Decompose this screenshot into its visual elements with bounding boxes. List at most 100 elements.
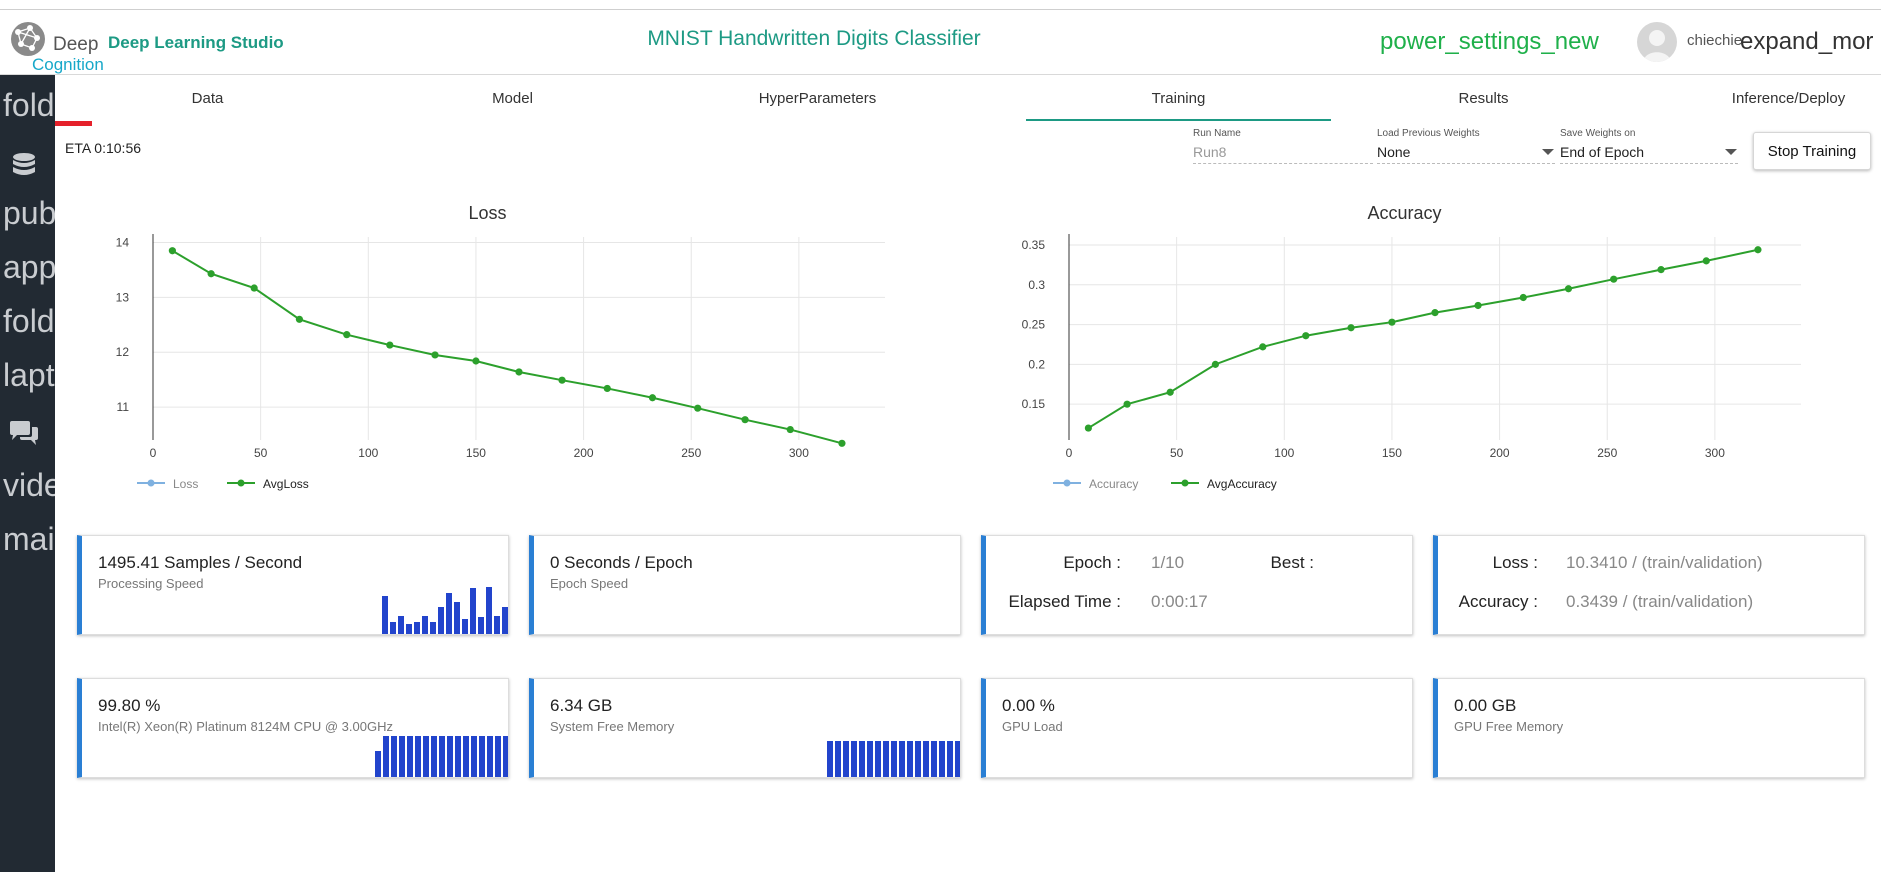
- accuracy-series-line: [1087, 248, 1759, 429]
- loss-data-point[interactable]: [250, 284, 258, 292]
- loss-data-point[interactable]: [515, 368, 523, 376]
- mini-chart-bar: [406, 624, 412, 634]
- accuracy-x-tick-label: 50: [1170, 446, 1184, 460]
- loss-data-point[interactable]: [838, 439, 846, 447]
- loss-data-point[interactable]: [694, 404, 702, 412]
- loss-data-point[interactable]: [786, 425, 794, 434]
- active-tab-indicator: [1026, 119, 1331, 121]
- tab-inference-deploy[interactable]: Inference/Deploy: [1636, 75, 1881, 123]
- loss-legend-label[interactable]: Loss: [173, 477, 198, 491]
- accuracy-data-point[interactable]: [1388, 318, 1396, 326]
- accuracy-data-point[interactable]: [1211, 360, 1219, 368]
- database-icon[interactable]: [12, 149, 36, 186]
- accuracy-data-point[interactable]: [1564, 285, 1573, 293]
- accuracy-x-tick-label: 300: [1705, 446, 1725, 460]
- loss-data-point[interactable]: [295, 315, 303, 323]
- accuracy-data-point[interactable]: [1431, 309, 1439, 317]
- load-weights-dropdown-icon[interactable]: [1542, 149, 1554, 155]
- tab-hyperparameters[interactable]: HyperParameters: [665, 75, 970, 123]
- username[interactable]: chiechie: [1687, 32, 1742, 49]
- accuracy-x-tick-label: 100: [1274, 446, 1294, 460]
- tab-model[interactable]: Model: [360, 75, 665, 123]
- sidebar-item-folder[interactable]: fold: [3, 87, 55, 124]
- loss-legend-marker: [237, 479, 245, 487]
- deep-cognition-logo[interactable]: Deep Cognition: [6, 18, 106, 74]
- loss-data-point[interactable]: [168, 247, 176, 255]
- accuracy-x-tick-label: 200: [1490, 446, 1510, 460]
- load-weights-select[interactable]: None: [1377, 144, 1410, 160]
- chat-icon[interactable]: [8, 417, 40, 454]
- sidebar-item-public[interactable]: pub: [3, 195, 55, 232]
- accuracy-data-point[interactable]: [1657, 266, 1665, 274]
- loss-y-tick-label: 11: [117, 400, 130, 414]
- memory-card: 6.34 GB System Free Memory: [529, 678, 961, 778]
- mini-chart-bar: [375, 751, 381, 777]
- stop-training-button[interactable]: Stop Training: [1753, 132, 1871, 170]
- accuracy-y-tick-label: 0.35: [1022, 238, 1046, 252]
- epoch-label: Epoch :: [1063, 553, 1121, 572]
- loss-data-point[interactable]: [472, 357, 480, 365]
- loss-data-point[interactable]: [603, 384, 611, 393]
- loss-legend-label[interactable]: AvgLoss: [263, 477, 309, 491]
- mini-chart-bar: [843, 741, 849, 777]
- accuracy-data-point[interactable]: [1302, 332, 1310, 340]
- mini-chart-bar: [503, 736, 508, 777]
- tab-data[interactable]: Data: [55, 75, 360, 123]
- power-icon[interactable]: power_settings_new: [1380, 28, 1599, 56]
- loss-data-point[interactable]: [386, 341, 394, 349]
- loss-data-point[interactable]: [343, 331, 351, 339]
- sidebar-item-laptop[interactable]: lapt: [3, 357, 55, 394]
- accuracy-data-point[interactable]: [1610, 275, 1618, 283]
- gpu-free-memory-label: GPU Free Memory: [1454, 719, 1564, 734]
- run-name-input[interactable]: Run8: [1193, 144, 1226, 160]
- processing-speed-label: Processing Speed: [98, 576, 204, 591]
- accuracy-legend-label[interactable]: AvgAccuracy: [1207, 477, 1277, 491]
- loss-data-point[interactable]: [741, 416, 749, 424]
- accuracy-data-point[interactable]: [1474, 301, 1482, 310]
- avatar[interactable]: [1637, 22, 1677, 62]
- mini-chart-bar: [487, 736, 493, 777]
- sidebar-item-mail[interactable]: mai: [3, 521, 55, 558]
- cpu-usage-value: 99.80 %: [98, 696, 161, 715]
- gpu-load-card: 0.00 % GPU Load: [981, 678, 1413, 778]
- accuracy-data-point[interactable]: [1519, 293, 1527, 302]
- gpu-load-label: GPU Load: [1002, 719, 1063, 734]
- sidebar-item-folder-2[interactable]: fold: [3, 303, 55, 340]
- mini-chart-bar: [462, 619, 468, 634]
- mini-chart-bar: [415, 736, 421, 777]
- tab-training[interactable]: Training: [1026, 75, 1331, 123]
- loss-data-point[interactable]: [431, 351, 439, 359]
- accuracy-data-point[interactable]: [1259, 343, 1267, 351]
- accuracy-legend-marker: [1181, 479, 1189, 487]
- accuracy-value: 0.3439 / (train/validation): [1566, 592, 1754, 611]
- accuracy-data-point[interactable]: [1166, 388, 1174, 396]
- expand-more-icon[interactable]: expand_mor: [1740, 28, 1873, 56]
- mini-chart-bar: [851, 741, 857, 777]
- accuracy-data-point[interactable]: [1754, 246, 1762, 254]
- mini-chart-bar: [455, 736, 461, 777]
- loss-data-point[interactable]: [648, 394, 657, 402]
- sidebar-item-video[interactable]: vide: [3, 467, 55, 504]
- memory-mini-chart: [827, 739, 960, 777]
- tab-results[interactable]: Results: [1331, 75, 1636, 123]
- accuracy-data-point[interactable]: [1702, 257, 1710, 265]
- accuracy-data-point[interactable]: [1347, 324, 1355, 332]
- loss-data-point[interactable]: [558, 376, 566, 384]
- user-avatar-icon: [1643, 30, 1671, 62]
- save-weights-dropdown-icon[interactable]: [1725, 149, 1737, 155]
- sidebar-item-apps[interactable]: app: [3, 249, 55, 286]
- mini-chart-bar: [399, 736, 405, 777]
- product-name: Deep Learning Studio: [108, 33, 284, 52]
- save-weights-select[interactable]: End of Epoch: [1560, 144, 1644, 160]
- accuracy-data-point[interactable]: [1123, 400, 1131, 408]
- metrics-card: Loss : 10.3410 / (train/validation) Accu…: [1433, 535, 1865, 635]
- accuracy-y-tick-label: 0.3: [1028, 278, 1045, 292]
- save-weights-underline: [1560, 162, 1738, 164]
- mini-chart-bar: [502, 607, 508, 634]
- mini-chart-bar: [422, 616, 428, 634]
- accuracy-data-point[interactable]: [1084, 424, 1092, 432]
- cpu-model-label: Intel(R) Xeon(R) Platinum 8124M CPU @ 3.…: [98, 719, 393, 734]
- accuracy-legend-label[interactable]: Accuracy: [1089, 477, 1138, 491]
- epoch-speed-card: 0 Seconds / Epoch Epoch Speed: [529, 535, 961, 635]
- loss-data-point[interactable]: [207, 270, 215, 278]
